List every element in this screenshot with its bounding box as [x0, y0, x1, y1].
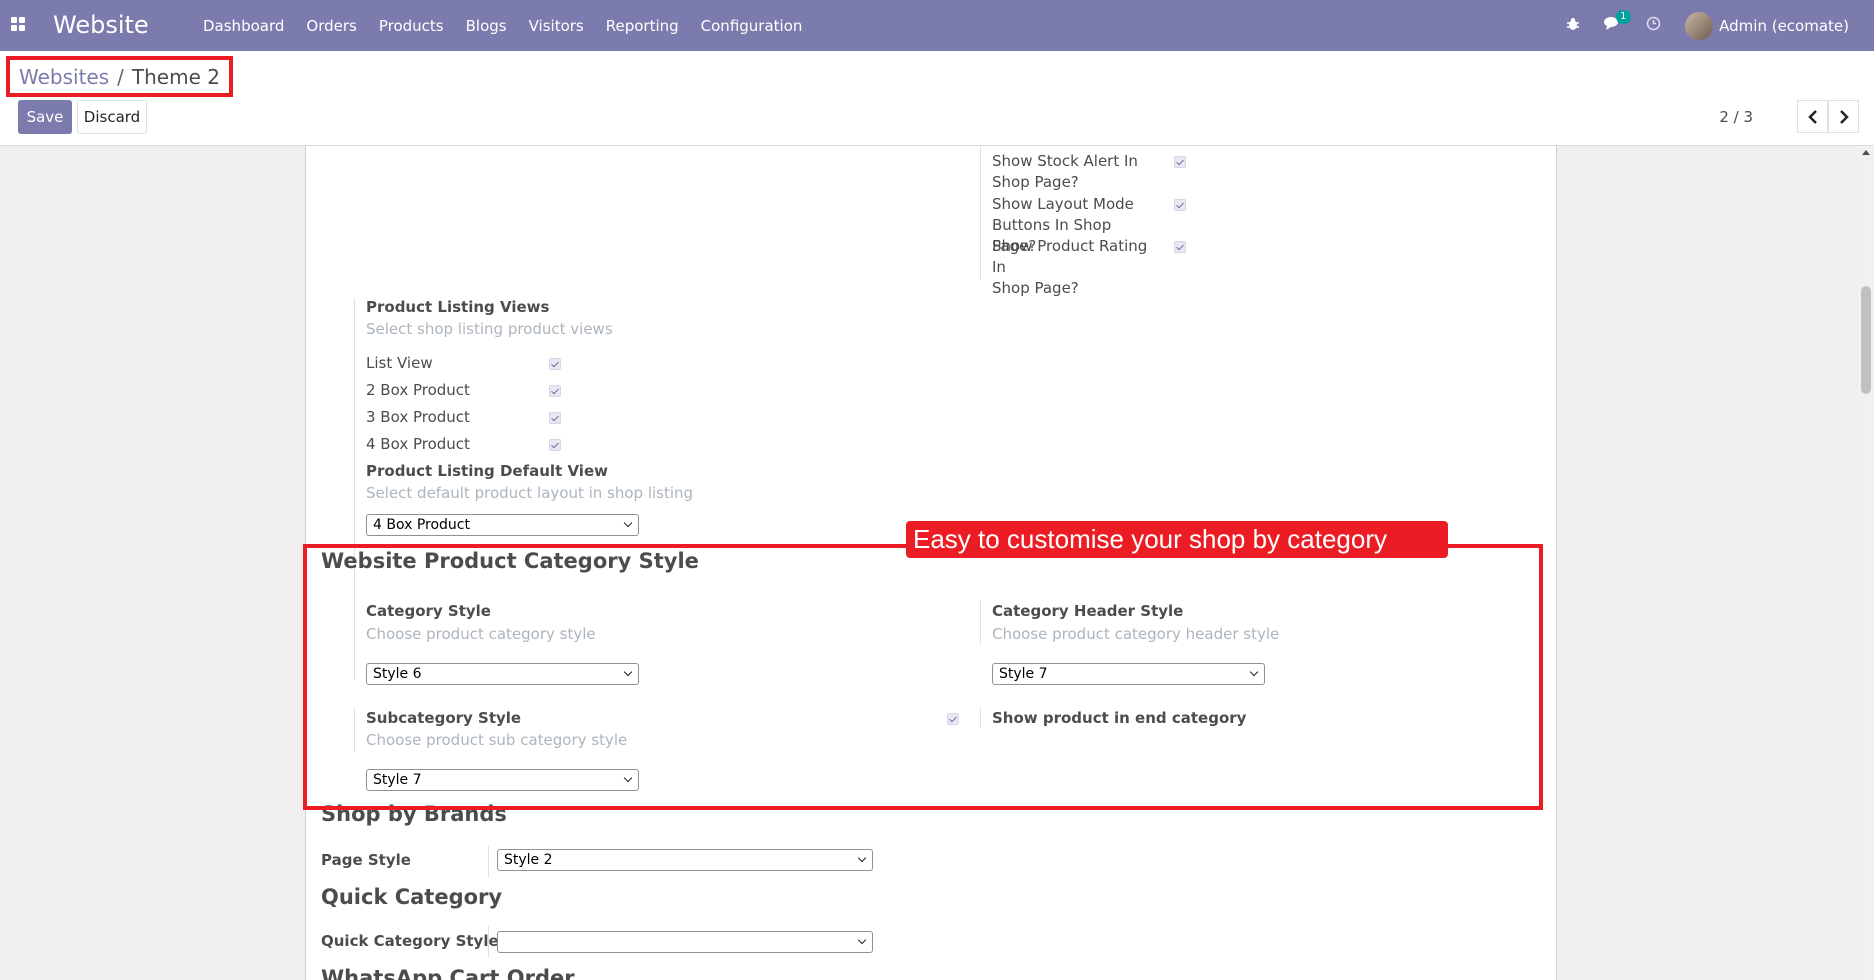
menu-orders[interactable]: Orders [295, 17, 367, 35]
clock-icon[interactable] [1646, 16, 1661, 35]
default-view-select[interactable]: 4 Box Product [366, 514, 639, 536]
list-view-checkbox[interactable] [549, 358, 561, 370]
field-divider [488, 926, 489, 958]
product-rating-label: Show Product Rating In Shop Page? [992, 237, 1148, 297]
layout-mode-checkbox[interactable] [1174, 199, 1186, 211]
stock-alert-label: Show Stock Alert In Shop Page? [992, 152, 1138, 191]
menu-reporting[interactable]: Reporting [595, 17, 690, 35]
menu-blogs[interactable]: Blogs [455, 17, 518, 35]
user-avatar[interactable] [1685, 11, 1714, 40]
save-button[interactable]: Save [18, 100, 72, 134]
list-view-label: List View [366, 354, 433, 372]
menu-products[interactable]: Products [368, 17, 455, 35]
stock-alert-checkbox[interactable] [1174, 156, 1186, 168]
menu-dashboard[interactable]: Dashboard [192, 17, 295, 35]
page-scrollbar[interactable] [1858, 146, 1874, 980]
main-menu: Dashboard Orders Products Blogs Visitors… [192, 0, 813, 51]
box4-label: 4 Box Product [366, 435, 470, 453]
scroll-up-arrow-icon[interactable] [1862, 150, 1870, 155]
menu-visitors[interactable]: Visitors [518, 17, 595, 35]
page-style-label: Page Style [321, 851, 411, 869]
breadcrumb: Websites / Theme 2 [6, 56, 233, 97]
listing-views-hint: Select shop listing product views [366, 320, 613, 338]
box4-checkbox[interactable] [549, 439, 561, 451]
default-view-title: Product Listing Default View [366, 462, 608, 480]
group-divider [980, 146, 981, 280]
callout-label: Easy to customise your shop by category … [906, 521, 1448, 591]
listing-views-title: Product Listing Views [366, 298, 550, 316]
box2-label: 2 Box Product [366, 381, 470, 399]
control-panel: Websites / Theme 2 Save Discard 2 / 3 [0, 51, 1874, 146]
breadcrumb-websites[interactable]: Websites [19, 65, 109, 89]
quick-category-heading: Quick Category [321, 885, 503, 909]
box2-checkbox[interactable] [549, 385, 561, 397]
breadcrumb-current: Theme 2 [131, 64, 220, 89]
product-rating-checkbox[interactable] [1174, 241, 1186, 253]
default-view-hint: Select default product layout in shop li… [366, 484, 694, 502]
box3-checkbox[interactable] [549, 412, 561, 424]
messages-badge: 1 [1616, 10, 1631, 24]
pager-value[interactable]: 2 / 3 [1719, 108, 1753, 126]
chevron-left-icon [1807, 109, 1817, 124]
quick-category-style-select[interactable] [497, 931, 873, 953]
box3-label: 3 Box Product [366, 408, 470, 426]
breadcrumb-separator: / [117, 64, 124, 89]
scrollbar-thumb[interactable] [1861, 286, 1871, 394]
pager-next-button[interactable] [1828, 100, 1859, 133]
discard-button[interactable]: Discard [77, 100, 147, 134]
whatsapp-heading: WhatsApp Cart Order [321, 966, 575, 980]
app-brand[interactable]: Website [53, 11, 149, 39]
apps-grid-icon[interactable] [11, 17, 25, 31]
chevron-right-icon [1839, 109, 1849, 124]
field-divider [488, 846, 489, 878]
menu-configuration[interactable]: Configuration [690, 17, 814, 35]
quick-category-style-label: Quick Category Style [321, 932, 499, 950]
systray: 1 Admin (ecomate) [1566, 0, 1874, 51]
pager-previous-button[interactable] [1797, 100, 1828, 133]
page-style-select[interactable]: Style 2 [497, 849, 873, 871]
bug-icon[interactable] [1566, 16, 1580, 35]
chat-icon[interactable]: 1 [1604, 10, 1631, 35]
top-navbar: Website Dashboard Orders Products Blogs … [0, 0, 1874, 51]
user-menu[interactable]: Admin (ecomate) [1719, 17, 1849, 35]
